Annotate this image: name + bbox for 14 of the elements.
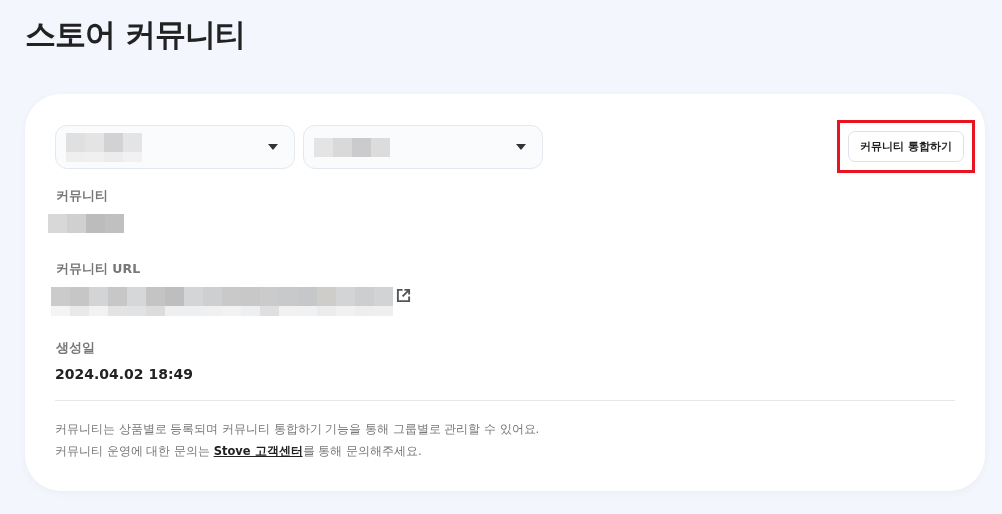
field-label: 생성일 — [56, 340, 96, 357]
info-text: 커뮤니티 운영에 대한 문의는 Stove 고객센터를 통해 문의해주세요. — [55, 443, 423, 460]
dropdown[interactable] — [55, 125, 295, 169]
field-label: 커뮤니티 — [56, 188, 109, 205]
info-text: 커뮤니티는 상품별로 등록되며 커뮤니티 통합하기 기능을 통해 그룹별로 관리할 수 있어요. — [55, 421, 541, 438]
customer-center-link[interactable]: Stove 고객센터 — [213, 444, 303, 458]
external-link-icon[interactable] — [396, 288, 411, 303]
dropdown-caret-icon — [268, 144, 278, 150]
dropdown-caret-icon — [516, 144, 526, 150]
field-label: 커뮤니티 URL — [56, 261, 142, 278]
created-date: 2024.04.02 18:49 — [55, 366, 194, 382]
dropdown[interactable] — [303, 125, 543, 169]
page-title: 스토어 커뮤니티 — [25, 15, 246, 54]
merge-community-button[interactable]: 커뮤니티 통합하기 — [848, 131, 964, 162]
